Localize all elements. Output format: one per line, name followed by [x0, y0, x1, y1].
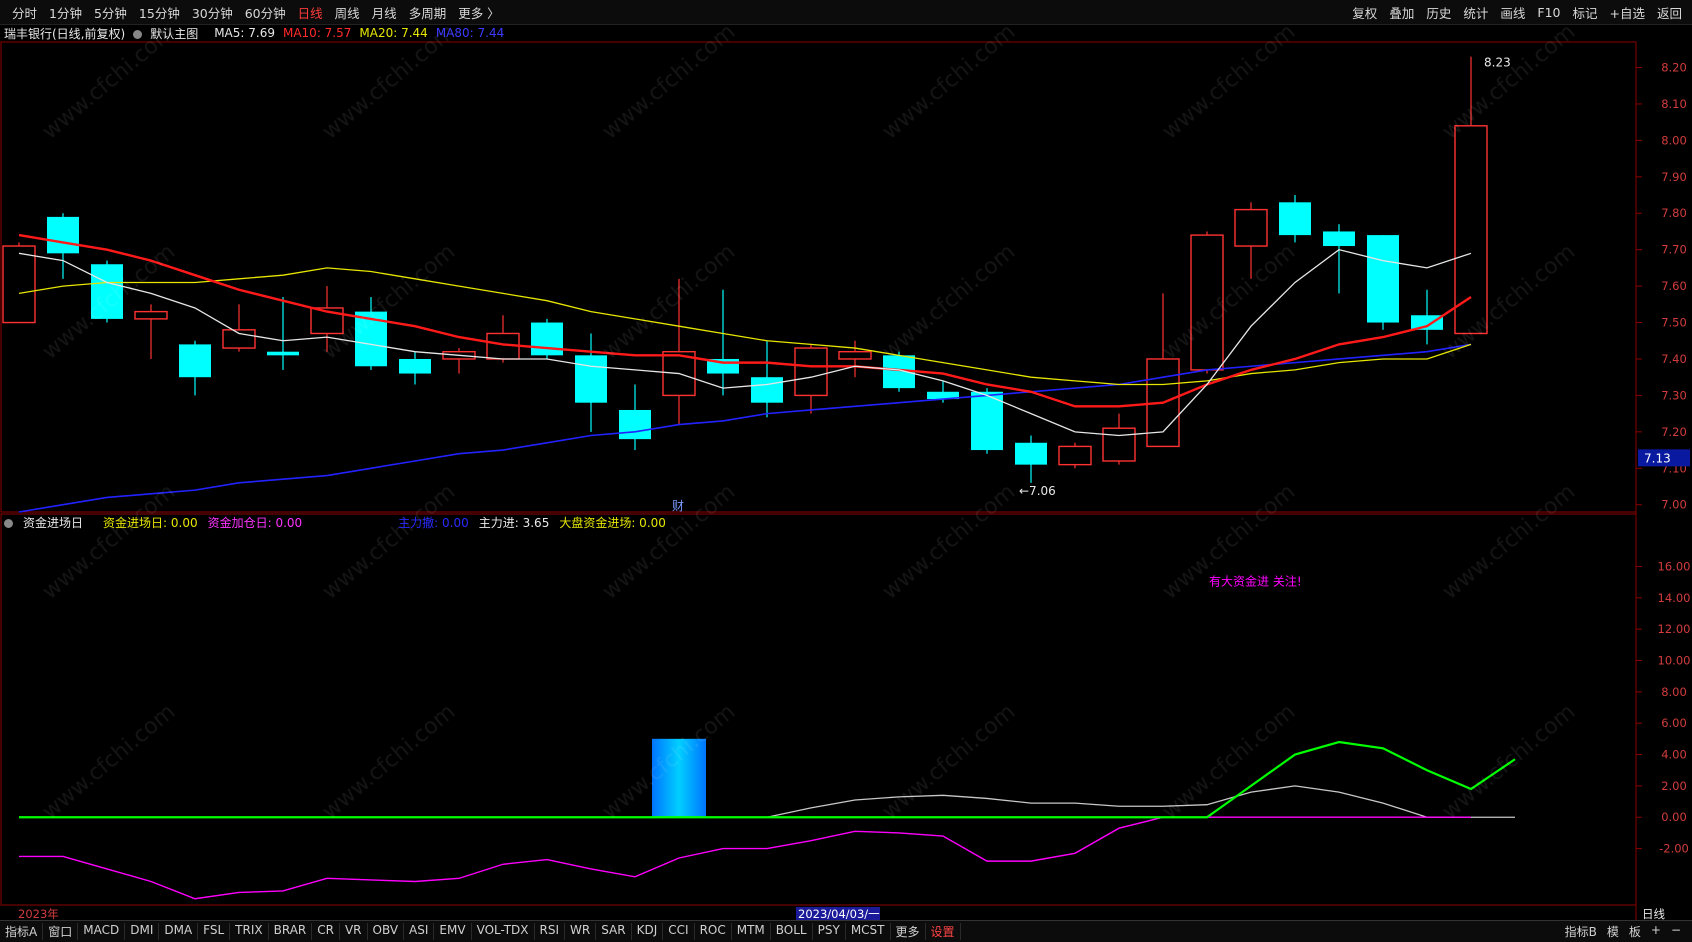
indicator-tab-16[interactable]: SAR	[596, 923, 632, 940]
watermark-text: www.cfchi.com	[598, 239, 740, 364]
ma20-value: MA20: 7.44	[359, 26, 428, 40]
ma80-value: MA80: 7.44	[435, 26, 505, 40]
watermark-text: www.cfchi.com	[1438, 479, 1580, 604]
period-tab-6[interactable]: 日线	[292, 3, 329, 22]
watermark-text: www.cfchi.com	[878, 699, 1020, 824]
indicator-tab-14[interactable]: RSI	[535, 923, 566, 940]
watermark-text: www.cfchi.com	[318, 699, 460, 824]
stock-title[interactable]: 瑞丰银行(日线,前复权)	[4, 25, 125, 42]
tabbar-right-1[interactable]: 模	[1602, 923, 1624, 940]
indicator-tab-15[interactable]: WR	[565, 923, 597, 940]
indicator-tab-1[interactable]: 窗口	[43, 923, 79, 940]
indicator-field-3: 主力撤: 0.00	[398, 515, 469, 530]
indicator-tab-25[interactable]: 设置	[926, 923, 961, 940]
watermark-layer: www.cfchi.com www.cfchi.com www.cfchi.com w…	[38, 19, 1580, 824]
toolbar-action-1[interactable]: 叠加	[1383, 3, 1420, 22]
watermark-text: www.cfchi.com	[1158, 479, 1300, 604]
indicator-field-4: 主力进: 3.65	[478, 515, 550, 530]
indicator-tab-3[interactable]: DMI	[125, 923, 160, 940]
indicator-tab-6[interactable]: TRIX	[230, 923, 269, 940]
watermark-text: www.cfchi.com	[1438, 239, 1580, 364]
indicator-field-1: 资金进场日: 0.00	[103, 515, 198, 530]
toolbar-action-6[interactable]: 标记	[1566, 3, 1603, 22]
indicator-tabs: 指标A 窗口 MACD DMI DMA FSL TRIX BRAR CR VR OBV ASI EMV V…	[0, 923, 961, 940]
indicator-selector[interactable]: 资金进场日	[4, 514, 93, 531]
period-tabs: 分时 1分钟 5分钟 15分钟 30分钟 60分钟 日线 周线 月线 多周期 更多 〉	[0, 3, 506, 22]
period-tab-2[interactable]: 5分钟	[88, 3, 133, 22]
watermark-text: www.cfchi.com	[1158, 699, 1300, 824]
toolbar-action-8[interactable]: 返回	[1651, 3, 1688, 22]
period-tab-0[interactable]: 分时	[6, 3, 43, 22]
period-tab-9[interactable]: 多周期	[403, 3, 453, 22]
ma10-value: MA10: 7.57	[282, 26, 352, 40]
indicator-tab-20[interactable]: MTM	[732, 923, 771, 940]
watermark-text: www.cfchi.com	[1438, 699, 1580, 824]
indicator-tab-22[interactable]: PSY	[813, 923, 846, 940]
toolbar-action-0[interactable]: 复权	[1346, 3, 1383, 22]
tabbar-right: 指标B 模板 + −	[1560, 923, 1692, 940]
indicator-tab-21[interactable]: BOLL	[771, 923, 813, 940]
indicator-tab-23[interactable]: MCST	[846, 923, 891, 940]
indicator-tab-10[interactable]: OBV	[368, 923, 405, 940]
period-tab-3[interactable]: 15分钟	[133, 3, 186, 22]
period-tab-5[interactable]: 60分钟	[239, 3, 292, 22]
watermark-text: www.cfchi.com	[598, 479, 740, 604]
toolbar-right-actions: 复权 叠加 历史 统计 画线 F10 标记 +自选 返回	[1346, 3, 1692, 22]
watermark-text: www.cfchi.com	[598, 699, 740, 824]
period-tab-8[interactable]: 月线	[366, 3, 403, 22]
tabbar-right-3[interactable]: +	[1646, 923, 1666, 940]
main-chart-info: 瑞丰银行(日线,前复权) 默认主图 MA5: 7.69 MA10: 7.57 M…	[0, 24, 1692, 42]
indicator-tab-24[interactable]: 更多	[891, 923, 926, 940]
tabbar-right-2[interactable]: 板	[1624, 923, 1646, 940]
watermark-text: www.cfchi.com	[878, 479, 1020, 604]
toolbar-action-5[interactable]: F10	[1531, 5, 1566, 20]
indicator-tab-12[interactable]: EMV	[434, 923, 472, 940]
view-label: 默认主图	[150, 26, 199, 41]
toolbar-action-4[interactable]: 画线	[1494, 3, 1531, 22]
indicator-title: 资金进场日	[23, 515, 84, 530]
indicator-tab-2[interactable]: MACD	[78, 923, 126, 940]
indicator-tab-17[interactable]: KDJ	[632, 923, 664, 940]
indicator-tab-19[interactable]: ROC	[695, 923, 732, 940]
ma5-value: MA5: 7.69	[214, 26, 275, 40]
watermark-text: www.cfchi.com	[38, 479, 180, 604]
toolbar-action-2[interactable]: 历史	[1420, 3, 1457, 22]
dropdown-circle-icon	[133, 29, 143, 39]
period-tab-7[interactable]: 周线	[329, 3, 366, 22]
watermark-text: www.cfchi.com	[1158, 239, 1300, 364]
indicator-tab-7[interactable]: BRAR	[269, 923, 313, 940]
tabbar-right-4[interactable]: −	[1666, 923, 1686, 940]
indicator-tabbar: 指标A 窗口 MACD DMI DMA FSL TRIX BRAR CR VR OBV ASI EMV V…	[0, 920, 1692, 942]
indicator-tab-18[interactable]: CCI	[663, 923, 695, 940]
period-toolbar: 分时 1分钟 5分钟 15分钟 30分钟 60分钟 日线 周线 月线 多周期 更多 〉 复权 叠加 历史…	[0, 0, 1692, 25]
indicator-field-2: 资金加仓日: 0.00	[207, 515, 303, 530]
period-tab-1[interactable]: 1分钟	[43, 3, 88, 22]
toolbar-action-3[interactable]: 统计	[1457, 3, 1494, 22]
indicator-tab-4[interactable]: DMA	[159, 923, 199, 940]
watermark-text: www.cfchi.com	[878, 239, 1020, 364]
view-selector[interactable]: 默认主图	[133, 25, 206, 42]
tabbar-right-0[interactable]: 指标B	[1560, 923, 1602, 940]
indicator-tab-11[interactable]: ASI	[404, 923, 435, 940]
indicator-tab-8[interactable]: CR	[312, 923, 340, 940]
indicator-tab-9[interactable]: VR	[340, 923, 368, 940]
indicator-field-5: 大盘资金进场: 0.00	[559, 515, 666, 530]
period-tab-4[interactable]: 30分钟	[186, 3, 239, 22]
watermark-text: www.cfchi.com	[38, 239, 180, 364]
toolbar-action-7[interactable]: +自选	[1604, 3, 1651, 22]
period-tab-10[interactable]: 更多 〉	[452, 3, 505, 22]
watermark-text: www.cfchi.com	[38, 699, 180, 824]
indicator-info: 资金进场日 资金进场日: 0.00 资金加仓日: 0.00 主力撤: 0.00 …	[0, 513, 1692, 531]
indicator-tab-13[interactable]: VOL-TDX	[472, 923, 535, 940]
watermark-text: www.cfchi.com	[318, 479, 460, 604]
watermark-text: www.cfchi.com	[318, 239, 460, 364]
indicator-tab-5[interactable]: FSL	[198, 923, 231, 940]
indicator-tab-0[interactable]: 指标A	[0, 923, 44, 940]
dropdown-circle-icon	[4, 518, 13, 528]
